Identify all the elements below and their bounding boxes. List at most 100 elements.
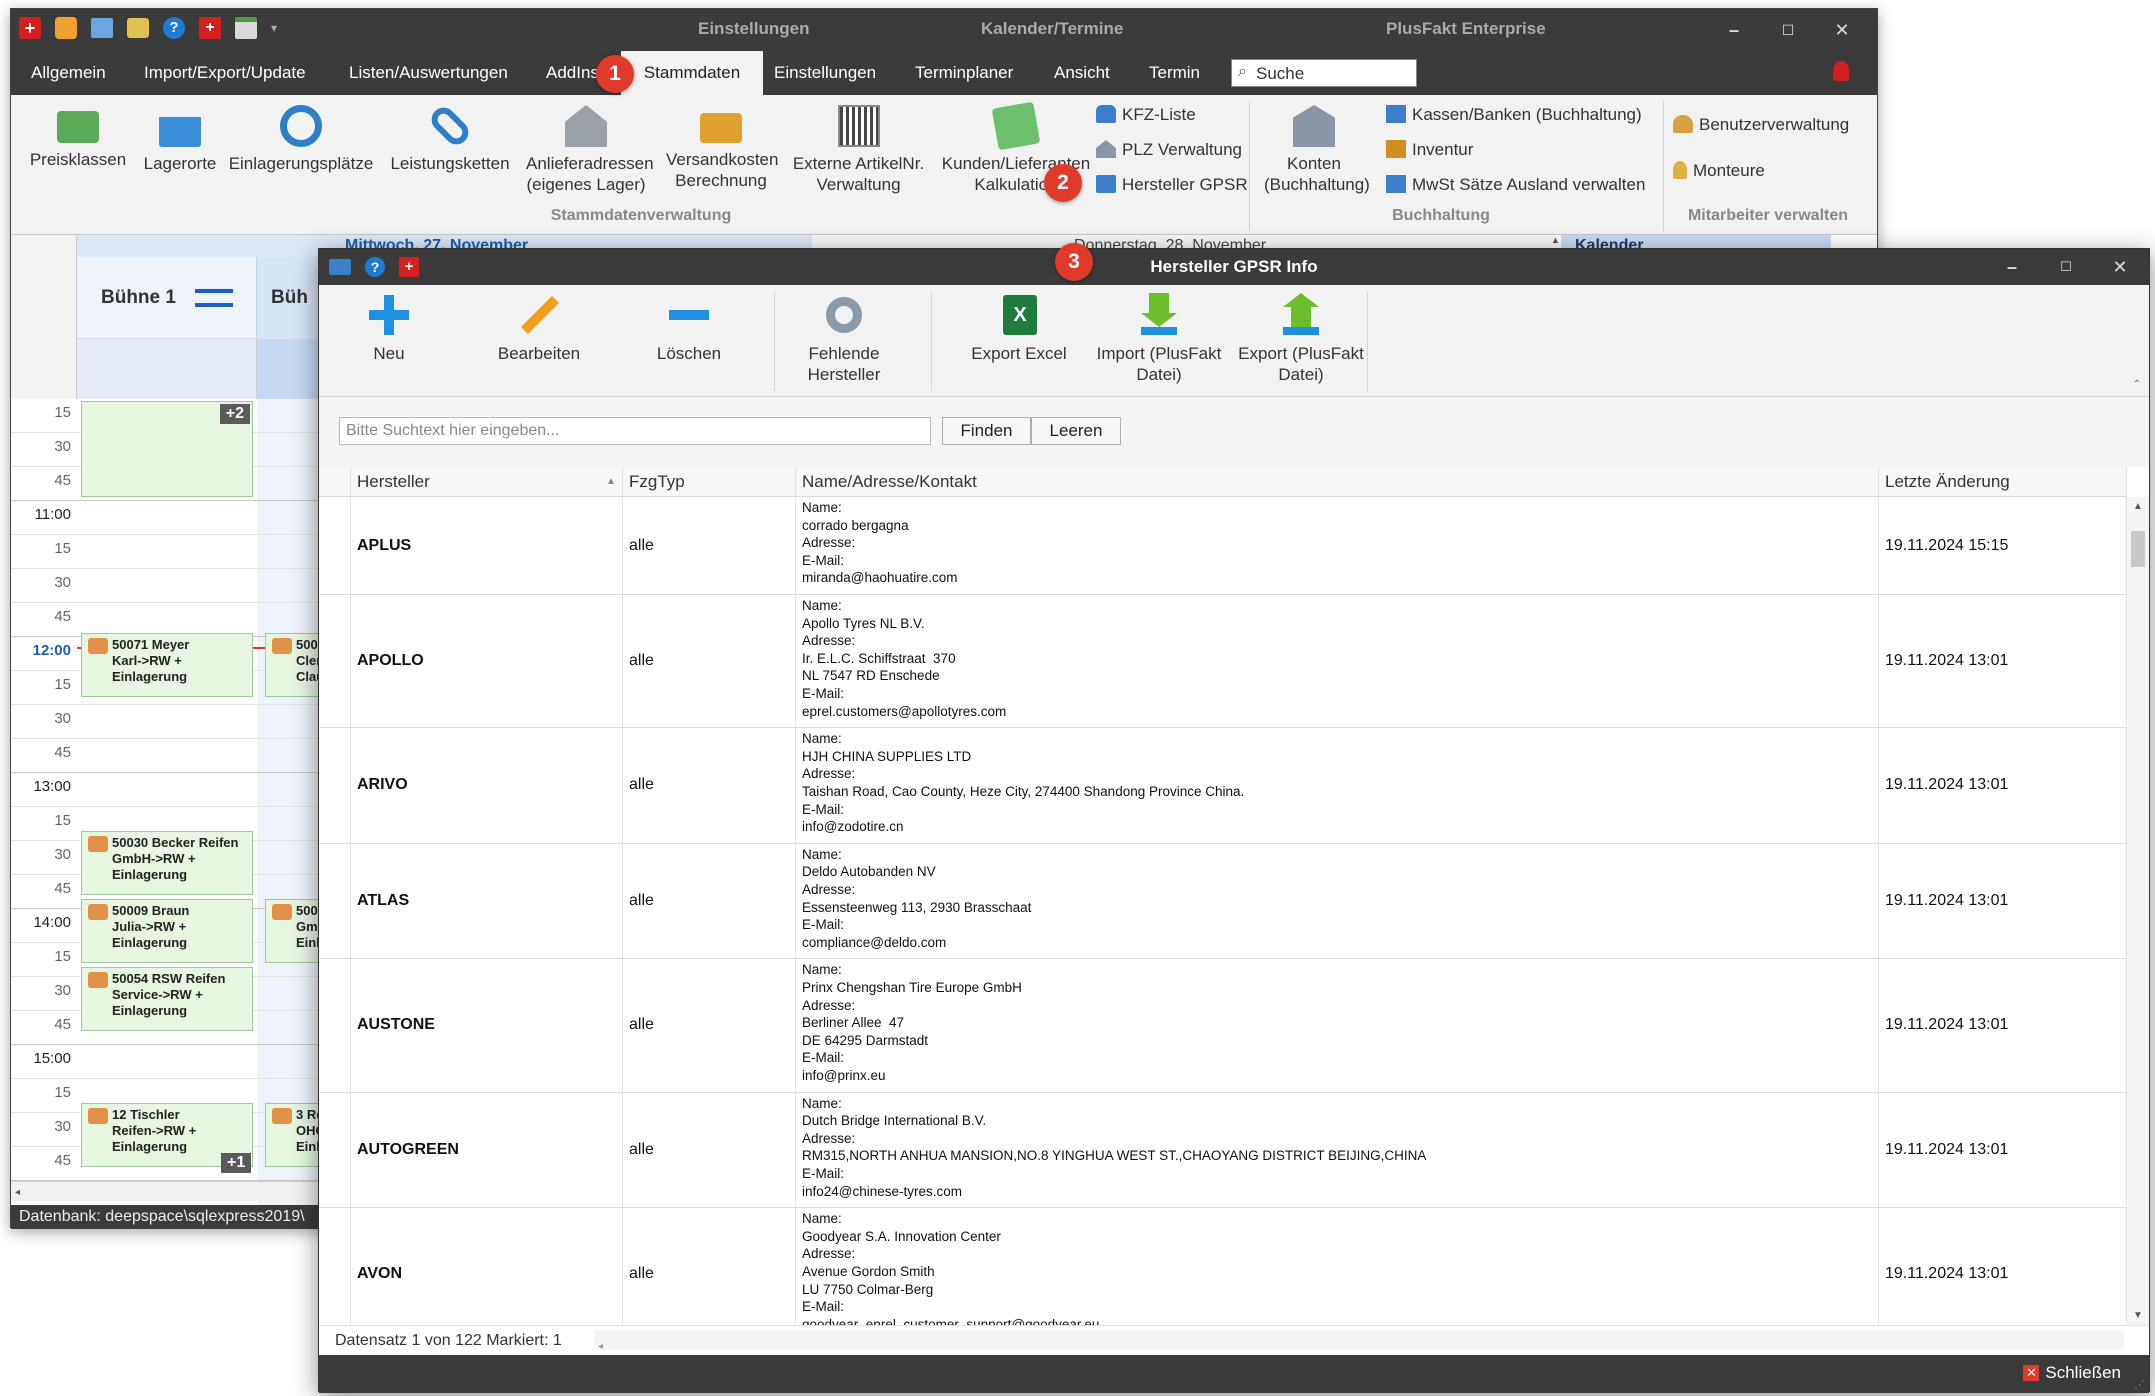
tab-addins[interactable]: AddIns <box>546 51 599 95</box>
vertical-scrollbar[interactable]: ▲ ▼ <box>2127 497 2149 1325</box>
bearbeiten-button[interactable]: Bearbeiten <box>489 293 589 364</box>
mwst-saetze-button[interactable]: MwSt Sätze Ausland verwalten <box>1386 175 1645 195</box>
konten-button[interactable]: Konten (Buchhaltung) <box>1259 105 1370 195</box>
finden-button[interactable]: Finden <box>942 417 1031 445</box>
day-column[interactable] <box>257 399 327 1205</box>
appointment-line: Einlagerung <box>112 669 188 684</box>
dialog-maximize-icon[interactable]: ☐ <box>2039 249 2093 285</box>
monitor-icon[interactable] <box>91 18 113 38</box>
table-row[interactable]: ARIVO alle Name: HJH CHINA SUPPLIES LTD Adre… <box>319 728 2127 844</box>
minimize-icon[interactable]: – <box>1707 9 1761 51</box>
preisklassen-button[interactable]: Preisklassen <box>19 105 137 170</box>
appointment[interactable]: 50030 Becker Reifen GmbH->RW + Einlagerung <box>81 831 253 895</box>
time-label: 45 <box>54 744 71 761</box>
kfz-liste-button[interactable]: KFZ-Liste <box>1096 105 1196 125</box>
column-header-name-adresse[interactable]: Name/Adresse/Kontakt <box>796 467 1879 497</box>
search-input[interactable]: Bitte Suchtext hier eingeben... <box>339 417 931 445</box>
versandkosten-button[interactable]: Versandkosten Berechnung <box>656 105 786 191</box>
row-indicator[interactable] <box>319 595 351 728</box>
swiss-flag-icon[interactable]: + <box>199 17 221 39</box>
monteure-button[interactable]: Monteure <box>1673 161 1765 181</box>
lagerorte-button[interactable]: Lagerorte <box>131 105 229 174</box>
cell-fzgtyp-text: alle <box>629 892 654 910</box>
plus-icon <box>367 293 411 337</box>
more-badge[interactable]: +2 <box>219 404 250 424</box>
table-row[interactable]: ATLAS alle Name: Deldo Autobanden NV Adresse… <box>319 843 2127 960</box>
row-indicator[interactable] <box>319 728 351 843</box>
money-icon[interactable] <box>127 18 149 38</box>
scroll-up-icon[interactable]: ▲ <box>2133 501 2143 512</box>
scrollbar-thumb[interactable] <box>2131 531 2145 567</box>
benutzerverwaltung-button[interactable]: Benutzerverwaltung <box>1673 115 1849 135</box>
externe-artikelnr-button[interactable]: Externe ArtikelNr. Verwaltung <box>786 105 931 195</box>
resize-grip-icon[interactable]: ⋰ <box>2134 1378 2145 1391</box>
schliessen-button[interactable]: ✕ Schließen <box>2023 1363 2121 1383</box>
customize-dropdown-icon[interactable]: ▾ <box>271 21 277 35</box>
help-icon[interactable]: ? <box>163 17 185 39</box>
search-box[interactable]: ⌕ Suche <box>1231 59 1417 87</box>
column-header-letzte-aenderung[interactable]: Letzte Änderung <box>1879 467 2127 497</box>
main-title-bar: + ? + ▾ Einstellungen Kalender/Termine P… <box>11 9 1877 51</box>
scroll-left-icon[interactable]: ◂ <box>11 1187 20 1198</box>
tab-einstellungen[interactable]: Einstellungen <box>774 51 876 95</box>
appointment[interactable]: 50054 RSW Reifen Service->RW + Einlagerung <box>81 967 253 1031</box>
appointment-block[interactable]: +2 <box>81 401 253 497</box>
app-logo-icon[interactable]: + <box>19 17 41 39</box>
tools-icon[interactable] <box>55 17 77 39</box>
table-row[interactable]: APOLLO alle Name: Apollo Tyres NL B.V. Adres… <box>319 595 2127 729</box>
row-indicator[interactable] <box>319 497 351 594</box>
leistungsketten-button[interactable]: Leistungsketten <box>376 102 524 174</box>
import-plusfakt-button[interactable]: Import (PlusFakt Datei) <box>1089 293 1229 385</box>
row-indicator[interactable] <box>319 843 351 959</box>
column-header-hersteller[interactable]: Hersteller ▲ <box>351 467 623 497</box>
appointment[interactable]: 50009 Braun Julia->RW + Einlagerung <box>81 899 253 963</box>
tab-allgemein[interactable]: Allgemein <box>31 51 106 95</box>
inventur-button[interactable]: Inventur <box>1386 140 1473 160</box>
dialog-minimize-icon[interactable]: – <box>1985 249 2039 285</box>
collapse-ribbon-icon[interactable]: ⌃ <box>2133 379 2141 390</box>
tab-terminplaner[interactable]: Terminplaner <box>915 51 1013 95</box>
horizontal-scrollbar[interactable]: ◂ <box>11 1181 327 1201</box>
user-icon[interactable] <box>1833 61 1849 81</box>
table-row[interactable]: APLUS alle Name: corrado bergagna Adresse: E-… <box>319 497 2127 595</box>
appointment[interactable]: 50071 Meyer Karl->RW + Einlagerung <box>81 633 253 697</box>
tab-import-export[interactable]: Import/Export/Update <box>144 51 306 95</box>
ribbon-separator <box>1249 101 1250 231</box>
leeren-button[interactable]: Leeren <box>1031 417 1121 445</box>
plz-verwaltung-button[interactable]: PLZ Verwaltung <box>1096 140 1242 160</box>
kassen-banken-button[interactable]: Kassen/Banken (Buchhaltung) <box>1386 105 1642 125</box>
table-row[interactable]: AVON alle Name: Goodyear S.A. Innovation Ce… <box>319 1208 2127 1325</box>
bank-icon <box>1293 105 1335 147</box>
scroll-down-icon[interactable]: ▼ <box>2133 1310 2143 1321</box>
row-indicator[interactable] <box>319 959 351 1092</box>
info-line: Adresse: <box>802 766 856 782</box>
row-indicator[interactable] <box>319 1092 351 1208</box>
cell-hersteller: ATLAS <box>351 843 623 959</box>
info-line: Ir. E.L.C. Schiffstraat 370 <box>802 650 956 666</box>
anlieferadressen-button[interactable]: Anlieferadressen (eigenes Lager) <box>516 105 656 195</box>
horizontal-scrollbar[interactable]: ◂ <box>594 1330 2124 1352</box>
hersteller-gpsr-button[interactable]: Hersteller GPSR <box>1096 175 1248 195</box>
table-row[interactable]: AUTOGREEN alle Name: Dutch Bridge Internati… <box>319 1092 2127 1209</box>
maximize-icon[interactable]: ☐ <box>1761 9 1815 51</box>
tab-stammdaten[interactable]: Stammdaten <box>621 51 763 95</box>
neu-button[interactable]: Neu <box>339 293 439 364</box>
fehlende-hersteller-button[interactable]: Fehlende Hersteller <box>784 293 904 385</box>
close-icon[interactable]: ✕ <box>1815 9 1869 51</box>
dialog-close-icon[interactable]: ✕ <box>2093 249 2147 285</box>
tab-termin[interactable]: Termin <box>1149 51 1200 95</box>
export-excel-button[interactable]: X Export Excel <box>949 293 1089 364</box>
time-gridline <box>11 534 327 535</box>
export-plusfakt-button[interactable]: Export (PlusFakt Datei) <box>1231 293 1371 385</box>
einlagerungsplaetze-button[interactable]: Einlagerungsplätze <box>221 105 381 174</box>
day-column[interactable] <box>77 399 257 1205</box>
table-row[interactable]: AUSTONE alle Name: Prinx Chengshan Tire Eur… <box>319 959 2127 1093</box>
more-badge[interactable]: +1 <box>221 1153 252 1173</box>
tab-listen[interactable]: Listen/Auswertungen <box>349 51 508 95</box>
calendar-icon[interactable] <box>235 17 257 39</box>
loeschen-button[interactable]: Löschen <box>639 293 739 364</box>
tab-ansicht[interactable]: Ansicht <box>1054 51 1110 95</box>
scroll-left-icon[interactable]: ◂ <box>594 1341 603 1352</box>
row-indicator[interactable] <box>319 1208 351 1325</box>
column-header-fzgtyp[interactable]: FzgTyp <box>623 467 796 497</box>
